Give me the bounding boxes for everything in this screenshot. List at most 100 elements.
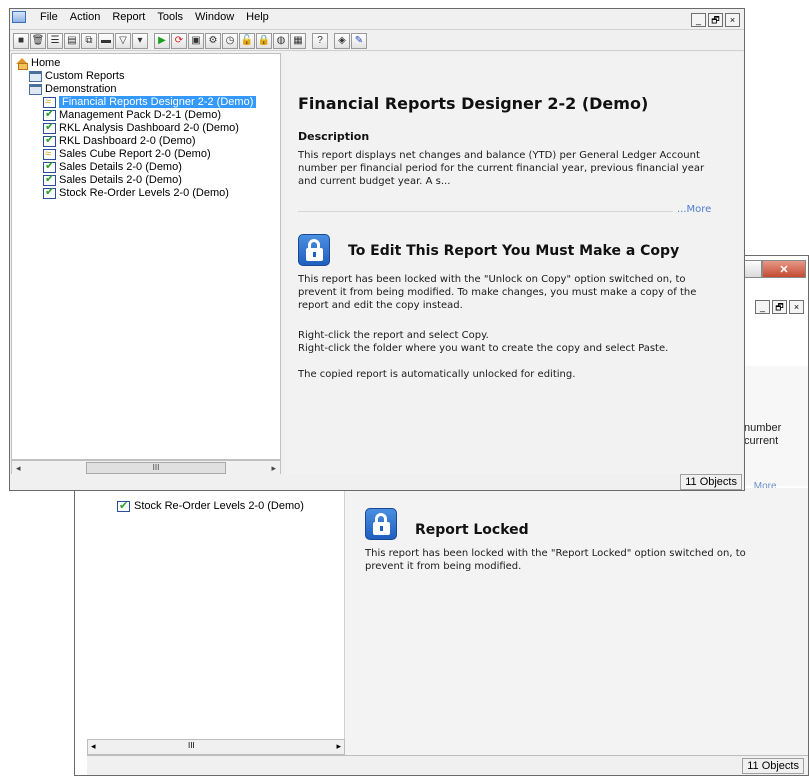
list-icon[interactable]: ☰ bbox=[47, 32, 63, 49]
tree-home-label: Home bbox=[31, 57, 61, 69]
description-fragment-line: current bbox=[744, 435, 779, 447]
properties-icon[interactable]: ▤ bbox=[64, 32, 80, 49]
description-text: This report displays net changes and bal… bbox=[298, 150, 705, 187]
tree-folder-label: Custom Reports bbox=[45, 70, 125, 82]
tree-report-item[interactable]: Sales Cube Report 2-0 (Demo) bbox=[43, 148, 211, 160]
dropdown-icon[interactable]: ▾ bbox=[132, 32, 148, 49]
more-link[interactable]: ...More bbox=[677, 204, 711, 215]
refresh-icon[interactable]: ⟳ bbox=[171, 32, 187, 49]
lock-description: This report has been locked with the "Un… bbox=[298, 274, 697, 311]
report-icon bbox=[43, 108, 56, 121]
tree-report-item[interactable]: RKL Dashboard 2-0 (Demo) bbox=[43, 134, 196, 147]
menu-file-label: File bbox=[40, 11, 58, 23]
report-properties-icon[interactable]: ▦ bbox=[290, 32, 306, 49]
toolbar: ■ 🗑 ☰ ▤ ⧉ ▬ ▽ ▾ ▶ ⟳ ▣ ⚙ ◷ 🔓 🔒 ◍ ▦ ? ◈ ✎ bbox=[10, 31, 744, 51]
help-icon[interactable]: ? bbox=[312, 32, 328, 49]
report-icon bbox=[43, 186, 56, 199]
report-icon bbox=[43, 148, 56, 160]
tree-item-label: Stock Re-Order Levels 2-0 (Demo) bbox=[134, 500, 304, 512]
status-bar: 11 Objects bbox=[10, 474, 744, 490]
run-icon[interactable]: ▶ bbox=[154, 32, 170, 49]
tree-report-item[interactable]: RKL Analysis Dashboard 2-0 (Demo) bbox=[43, 121, 239, 134]
scroll-thumb[interactable]: III bbox=[188, 741, 195, 750]
mdi-restore-button[interactable]: 🗗 bbox=[708, 13, 723, 27]
tree-report-label: Stock Re-Order Levels 2-0 (Demo) bbox=[59, 187, 229, 199]
tree-report-label: RKL Dashboard 2-0 (Demo) bbox=[59, 135, 196, 147]
filter-icon[interactable]: ▽ bbox=[115, 32, 131, 49]
menu-bar: File Action Report Tools Window Help _ 🗗… bbox=[10, 9, 744, 30]
description-heading: Description bbox=[298, 130, 370, 143]
scroll-left-icon[interactable]: ◂ bbox=[91, 741, 96, 752]
designer-icon[interactable]: ◈ bbox=[334, 32, 350, 49]
tree-report-item[interactable]: Management Pack D-2-1 (Demo) bbox=[43, 108, 222, 121]
tree-report-label: Sales Details 2-0 (Demo) bbox=[59, 161, 182, 173]
tree-folder-demonstration[interactable]: Demonstration bbox=[29, 83, 117, 95]
report-tree: Stock Re-Order Levels 2-0 (Demo) bbox=[87, 488, 345, 758]
mdi-buttons: _ 🗗 × bbox=[691, 13, 740, 27]
menu-tools[interactable]: Tools bbox=[157, 11, 183, 23]
report-locked-text: This report has been locked with the "Re… bbox=[365, 548, 746, 572]
object-count: 11 Objects bbox=[680, 474, 742, 490]
mdi-close-button[interactable]: × bbox=[789, 300, 804, 314]
app-window-icon bbox=[12, 11, 26, 23]
scroll-left-icon[interactable]: ◂ bbox=[16, 463, 21, 474]
menu-file[interactable]: File bbox=[40, 11, 58, 23]
menu-action[interactable]: Action bbox=[70, 11, 101, 23]
report-title: Financial Reports Designer 2-2 (Demo) bbox=[298, 94, 649, 113]
folder-icon bbox=[29, 83, 42, 95]
tree-report-label: Management Pack D-2-1 (Demo) bbox=[59, 109, 222, 121]
report-icon bbox=[43, 134, 56, 147]
mdi-restore-button[interactable]: 🗗 bbox=[772, 300, 787, 314]
tree-home[interactable]: Home bbox=[15, 57, 61, 70]
permissions-icon[interactable]: ◍ bbox=[273, 32, 289, 49]
lock-note: The copied report is automatically unloc… bbox=[298, 369, 576, 380]
tree-report-label: Financial Reports Designer 2-2 (Demo) bbox=[59, 96, 257, 108]
mdi-close-button[interactable]: × bbox=[725, 13, 740, 27]
lock-open-icon[interactable]: 🔓 bbox=[239, 32, 255, 49]
tree-report-label: RKL Analysis Dashboard 2-0 (Demo) bbox=[59, 122, 239, 134]
menu-window[interactable]: Window bbox=[195, 11, 234, 23]
copy-icon[interactable]: ⧉ bbox=[81, 32, 97, 49]
lock-icon[interactable]: 🔒 bbox=[256, 32, 272, 49]
scroll-right-icon[interactable]: ▸ bbox=[271, 463, 276, 474]
schedule-icon[interactable]: ◷ bbox=[222, 32, 238, 49]
tree-report-item[interactable]: Stock Re-Order Levels 2-0 (Demo) bbox=[43, 186, 229, 199]
menu-report-label: Report bbox=[112, 11, 146, 23]
tree-item[interactable]: Stock Re-Order Levels 2-0 (Demo) bbox=[117, 499, 304, 512]
edit-icon[interactable]: ✎ bbox=[351, 32, 367, 49]
folder-icon[interactable]: ▬ bbox=[98, 32, 114, 49]
lock-heading: To Edit This Report You Must Make a Copy bbox=[348, 243, 680, 259]
report-icon bbox=[43, 173, 56, 186]
menu-help[interactable]: Help bbox=[246, 11, 269, 23]
scroll-right-icon[interactable]: ▸ bbox=[336, 741, 341, 752]
mdi-minimize-button[interactable]: _ bbox=[691, 13, 706, 27]
lock-icon bbox=[365, 508, 397, 540]
tree-report-item[interactable]: Sales Details 2-0 (Demo) bbox=[43, 173, 182, 186]
tree-report-item[interactable]: Financial Reports Designer 2-2 (Demo) bbox=[43, 96, 257, 108]
menu-report[interactable]: Report bbox=[112, 11, 145, 23]
tree-report-label: Sales Details 2-0 (Demo) bbox=[59, 174, 182, 186]
scroll-thumb[interactable]: III bbox=[86, 462, 226, 474]
horizontal-scrollbar[interactable]: ◂ III ▸ bbox=[87, 739, 345, 755]
close-window-button[interactable]: ✕ bbox=[762, 260, 806, 278]
report-icon bbox=[117, 499, 130, 512]
tree-folder-label: Demonstration bbox=[45, 83, 117, 95]
divider bbox=[298, 211, 673, 212]
tree-report-item[interactable]: Sales Details 2-0 (Demo) bbox=[43, 160, 182, 173]
menu-tools-label: Tools bbox=[157, 11, 184, 23]
report-icon bbox=[43, 96, 56, 108]
mdi-minimize-button[interactable]: _ bbox=[755, 300, 770, 314]
lock-instruction-paste: Right-click the folder where you want to… bbox=[298, 343, 669, 354]
report-icon bbox=[43, 160, 56, 173]
menu-help-label: Help bbox=[246, 11, 269, 23]
lock-icon bbox=[298, 234, 330, 266]
mdi-buttons: _ 🗗 × bbox=[755, 300, 804, 314]
report-locked-heading: Report Locked bbox=[415, 522, 529, 538]
settings-icon[interactable]: ⚙ bbox=[205, 32, 221, 49]
tree-folder-custom-reports[interactable]: Custom Reports bbox=[29, 70, 124, 82]
delete-icon[interactable]: 🗑 bbox=[30, 32, 46, 49]
tree-report-label: Sales Cube Report 2-0 (Demo) bbox=[59, 148, 211, 160]
menu-action-label: Action bbox=[69, 11, 101, 23]
save-icon[interactable]: ▣ bbox=[188, 32, 204, 49]
stop-icon[interactable]: ■ bbox=[13, 32, 29, 49]
